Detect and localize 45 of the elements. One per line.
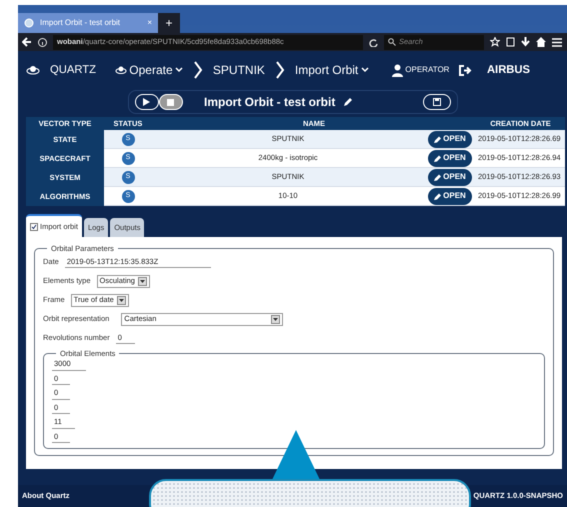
info-icon [38,38,47,46]
breadcrumb-link[interactable]: SPUTNIK [212,61,265,79]
open-button[interactable]: OPEN [428,188,472,204]
open-button[interactable]: OPEN [428,130,472,148]
pencil-icon [434,192,442,200]
logout-icon[interactable] [459,64,472,76]
star-icon[interactable] [490,37,500,47]
chevron-icon [274,61,285,79]
stop-icon [167,98,174,106]
logo-icon [26,64,40,76]
save-button[interactable] [422,94,450,110]
tab-title: Import Orbit - test orbit [40,17,122,29]
logo-icon [115,65,128,75]
caret-icon [174,67,183,73]
user-icon [392,64,404,76]
brand-name: QUARTZ [50,62,96,78]
search-icon [388,38,396,46]
play-icon [143,98,150,106]
caret-icon [273,318,278,320]
play-button[interactable] [134,94,158,110]
caret-icon [118,298,124,302]
breadcrumb-link[interactable]: Operate [115,61,183,79]
pencil-icon [434,174,442,180]
user-menu[interactable]: OPERATOR [392,64,450,76]
globe-icon [24,18,34,28]
open-button[interactable]: OPEN [428,150,472,166]
pencil-icon [434,136,442,142]
caret-icon [140,280,145,282]
pencil-icon[interactable] [343,97,354,107]
stop-button[interactable] [158,94,182,110]
caret-icon [360,67,369,73]
floppy-icon [432,98,440,106]
pencil-icon [434,154,442,162]
menu-icon[interactable] [552,38,562,46]
back-icon[interactable] [22,37,32,47]
new-tab-button[interactable]: + [158,13,180,33]
checkbox[interactable] [30,222,38,230]
chevron-icon [192,61,203,79]
reload-icon[interactable] [369,38,378,46]
breadcrumb-link[interactable]: Import Orbit [294,61,369,79]
home-icon[interactable] [536,37,546,47]
page-title: Import Orbit - test orbit [204,94,336,111]
open-button[interactable]: OPEN [428,168,472,186]
company-logo: AIRBUS [486,62,530,78]
download-icon[interactable] [521,37,530,47]
